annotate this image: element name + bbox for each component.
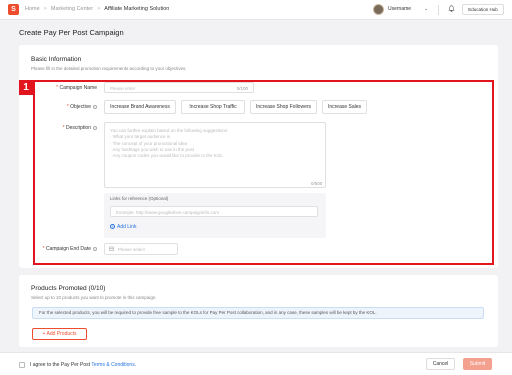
objective-shop-traffic-button[interactable]: Increase Shop Traffic [181, 100, 245, 114]
help-icon[interactable] [93, 125, 97, 130]
objective-sales-button[interactable]: Increase Sales [322, 100, 367, 114]
description-placeholder: You can further explain based on the fol… [110, 128, 229, 159]
basic-information-subtitle: Please fill in the detailed promotion re… [31, 66, 187, 71]
bell-icon[interactable] [448, 5, 455, 14]
annotation-number-badge: 1 [19, 80, 33, 95]
description-counter: 0/500 [311, 181, 323, 186]
products-promoted-title: Products Promoted (0/10) [31, 285, 106, 292]
campaign-name-label: * Campaign Name [56, 85, 97, 91]
chevron-down-icon[interactable]: ⌄ [424, 6, 428, 12]
terms-link[interactable]: Terms & Conditions [91, 362, 134, 368]
breadcrumb-separator-icon: > [43, 6, 47, 12]
shopee-logo-icon[interactable]: S [8, 4, 19, 15]
campaign-name-placeholder: Please enter [110, 85, 136, 91]
top-bar: S Home > Marketing Center > Affiliate Market… [0, 0, 512, 20]
username-label[interactable]: Username [388, 6, 411, 12]
add-link-button[interactable]: + Add Link [110, 224, 136, 230]
end-date-picker[interactable]: Please select [104, 243, 178, 255]
link-input[interactable]: Example: http://www.googledrive.campaign… [110, 206, 318, 217]
help-icon[interactable] [93, 104, 97, 109]
breadcrumb-current: Affiliate Marketing Solution [104, 6, 170, 12]
cancel-button[interactable]: Cancel [426, 358, 455, 370]
page-title: Create Pay Per Post Campaign [19, 28, 124, 37]
submit-button[interactable]: Submit [463, 358, 492, 370]
help-icon[interactable] [93, 246, 97, 251]
add-products-button[interactable]: + Add Products [32, 328, 87, 340]
free-sample-notice: For the selected products, you will be r… [32, 307, 484, 319]
breadcrumb: Home > Marketing Center > Affiliate Marketin… [25, 6, 169, 12]
education-hub-button[interactable]: Education Hub [462, 4, 504, 15]
campaign-name-input[interactable]: Please enter 0/100 [104, 82, 254, 93]
objective-shop-followers-button[interactable]: Increase Shop Followers [250, 100, 317, 114]
agree-text: I agree to the Pay Per Post Terms & Cond… [30, 362, 137, 368]
description-label: * Description [63, 125, 97, 131]
divider [438, 5, 439, 15]
objective-label: * Objective [67, 104, 97, 110]
breadcrumb-separator-icon: > [97, 6, 101, 12]
agree-checkbox[interactable] [19, 362, 25, 368]
plus-circle-icon: + [110, 224, 115, 230]
end-date-placeholder: Please select [118, 247, 145, 252]
objective-brand-awareness-button[interactable]: Increase Brand Awareness [104, 100, 176, 114]
links-reference-label: Links for reference (Optional) [110, 196, 169, 201]
link-placeholder: Example: http://www.googledrive.campaign… [116, 209, 220, 215]
breadcrumb-marketing-center[interactable]: Marketing Center [51, 6, 93, 12]
calendar-icon [109, 246, 114, 253]
campaign-name-counter: 0/100 [236, 85, 248, 91]
end-date-label: * Campaign End Date [43, 246, 97, 252]
products-promoted-subtitle: Select up to 10 products you want to pro… [31, 295, 157, 300]
basic-information-title: Basic Information [31, 56, 82, 63]
breadcrumb-home[interactable]: Home [25, 6, 40, 12]
avatar[interactable] [373, 4, 384, 15]
